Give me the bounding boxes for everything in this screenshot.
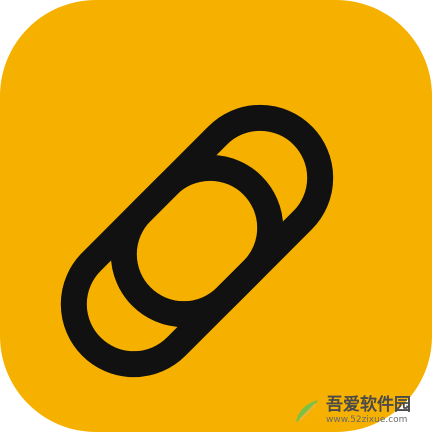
app-icon[interactable] <box>0 0 432 432</box>
watermark-url: www.52zixue.com <box>326 415 408 425</box>
watermark: 吾爱软件园 www.52zixue.com <box>292 394 428 428</box>
link-icon <box>60 104 334 378</box>
canvas: 吾爱软件园 www.52zixue.com <box>0 0 432 432</box>
chain-link-lower <box>60 154 284 378</box>
watermark-title: 吾爱软件园 <box>326 395 411 415</box>
watermark-logo-icon <box>296 400 318 422</box>
